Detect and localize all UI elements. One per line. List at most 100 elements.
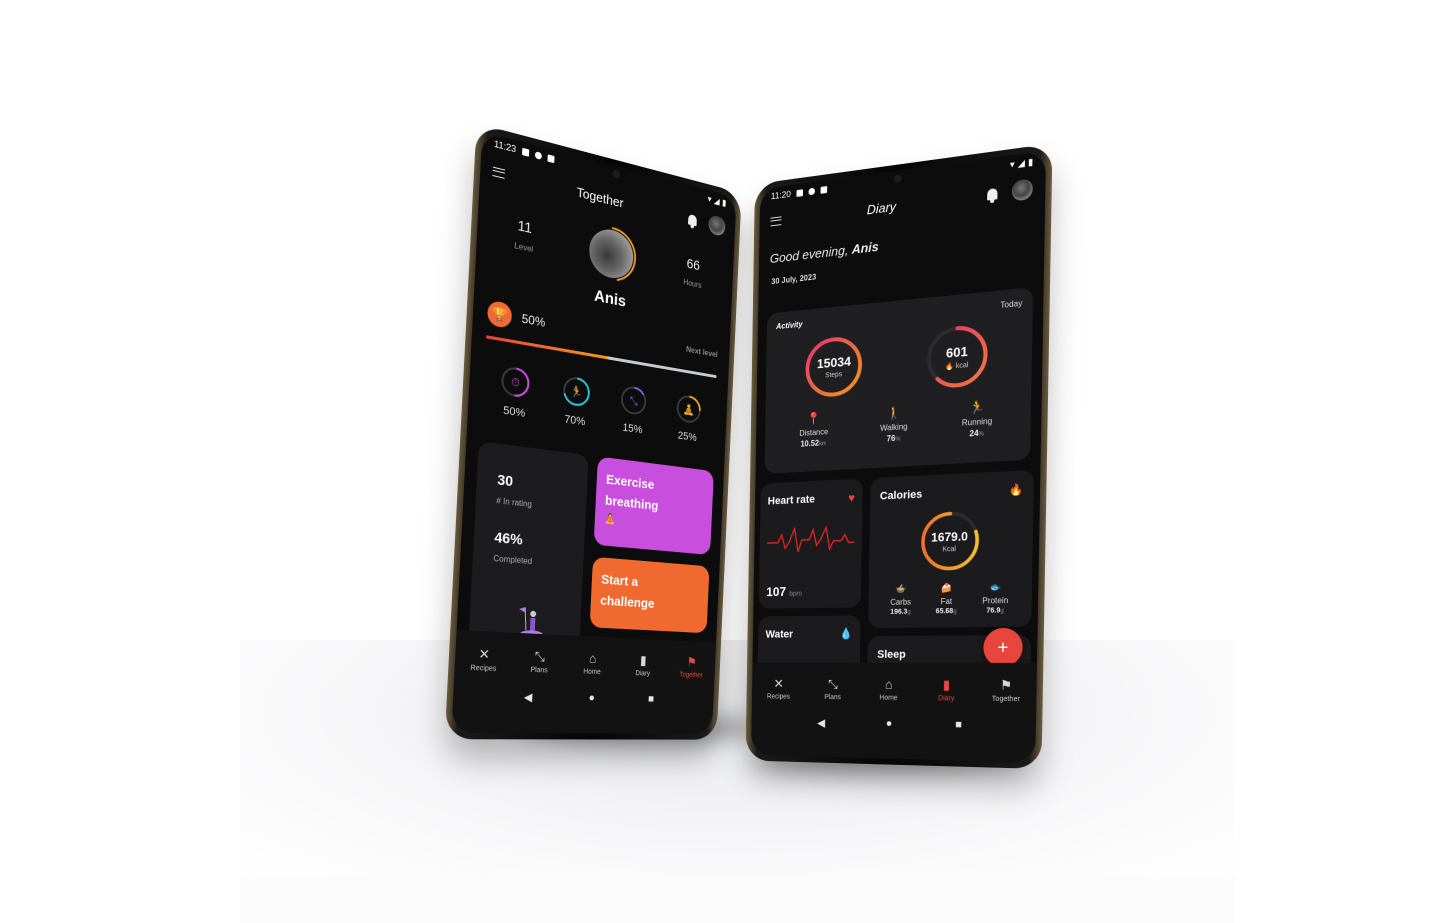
nav-label: Recipes: [470, 664, 497, 673]
calories-ring: 1679.0 Kcal: [918, 508, 981, 573]
meditation-icon: 🧘: [682, 402, 694, 416]
dumbbell-icon: ⤡: [630, 395, 639, 408]
water-title: Water: [765, 628, 794, 641]
notification-icon: [534, 150, 542, 160]
avatar[interactable]: [1011, 178, 1033, 202]
battery-icon: ▮: [1027, 155, 1034, 167]
back-button[interactable]: ◀: [817, 717, 825, 730]
nav-item-diary[interactable]: ▮ Diary: [621, 652, 665, 678]
mockup-stage: 11:23 ▾ ◢ ▮ Together 11 Level 66 Hours A…: [0, 0, 1440, 923]
exercise-breathing-card[interactable]: Exercise breathing 🧘: [593, 456, 714, 555]
flag-icon: ⚑: [686, 654, 697, 670]
notification-icon: [796, 188, 803, 197]
next-level-link[interactable]: Next level: [686, 344, 718, 358]
goal-ring[interactable]: ⤡ 15%: [619, 384, 648, 437]
location-pin-icon: 📍: [806, 411, 821, 426]
macro-label: Carbs: [890, 597, 912, 607]
hours-value: 66: [686, 254, 701, 273]
rating-card[interactable]: 30 # In rating 46% Completed: [468, 441, 589, 647]
nav-item-together[interactable]: ⚑ Together: [670, 654, 712, 680]
completed-value: 46%: [494, 528, 524, 548]
phone-diary: 11:20 ▾ ◢ ▮ Diary Good evening, Anis 30 …: [745, 143, 1053, 770]
home-button[interactable]: ●: [588, 692, 595, 705]
notification-icon: [521, 147, 530, 157]
recents-button[interactable]: ■: [955, 719, 962, 732]
signal-icon: ◢: [1017, 156, 1026, 169]
nav-item-home[interactable]: ⌂ Home: [865, 677, 912, 702]
nav-item-plans[interactable]: ⤡ Plans: [810, 676, 856, 701]
bar-chart-icon: ▮: [639, 652, 647, 668]
nav-items: ✕ Recipes ⤡ Plans ⌂ Home ▮ Diary ⚑ Together: [752, 663, 1037, 704]
fire-icon: 🔥: [1008, 483, 1024, 497]
macro-unit: g: [907, 609, 911, 616]
activity-title: Activity: [775, 319, 803, 332]
heart-rate-value: 107: [766, 584, 787, 600]
rank-value: 30: [497, 470, 514, 490]
avatar[interactable]: [708, 214, 726, 238]
nav-label: Diary: [938, 695, 955, 703]
macro-value: 196.3: [890, 608, 908, 616]
sim-icon: [547, 153, 555, 163]
bell-icon[interactable]: [688, 213, 698, 226]
floor-lower-band: [240, 876, 1235, 923]
nav-label: Plans: [530, 666, 548, 675]
nav-item-together[interactable]: ⚑ Together: [981, 677, 1031, 703]
nav-item-diary[interactable]: ▮ Diary: [922, 677, 970, 703]
macro-value: 76.9: [986, 607, 1001, 615]
water-drop-icon: 💧: [839, 628, 853, 641]
calories-card[interactable]: Calories 🔥 1679.0 Kcal 🍲 Carbs 196.3g 🍰 …: [868, 469, 1035, 629]
fork-spoon-icon: ✕: [773, 676, 784, 691]
bar-chart-icon: ▮: [942, 677, 951, 693]
nav-label: Plans: [824, 694, 841, 702]
together-screen: 11:23 ▾ ◢ ▮ Together 11 Level 66 Hours A…: [451, 131, 737, 734]
heart-rate-card[interactable]: Heart rate ♥ 107 bpm: [758, 478, 863, 609]
dumbbell-icon: ⤡: [827, 676, 838, 692]
profile-avatar[interactable]: [584, 220, 638, 287]
nav-item-recipes[interactable]: ✕ Recipes: [458, 645, 508, 673]
hamburger-menu-icon[interactable]: [770, 215, 782, 226]
activity-stat: 🚶 Walking 76%: [880, 405, 908, 444]
macros: 🍲 Carbs 196.3g 🍰 Fat 65.68g 🐟 Protein 76.9g: [878, 581, 1022, 616]
nav-label: Home: [879, 694, 898, 702]
heart-pulse-icon: ♥: [848, 490, 856, 505]
activity-card[interactable]: Activity Today 15034 Steps 601 🔥 kcal 📍 …: [764, 287, 1034, 474]
nav-item-plans[interactable]: ⤡ Plans: [515, 647, 563, 674]
steps-value: 15034: [816, 353, 852, 372]
activity-stat-value: 24: [969, 428, 979, 439]
hamburger-menu-icon[interactable]: [492, 166, 506, 179]
steps-label: Steps: [825, 371, 843, 380]
bell-icon[interactable]: [987, 187, 998, 201]
diary-screen: 11:20 ▾ ◢ ▮ Diary Good evening, Anis 30 …: [750, 150, 1047, 763]
kcal-ring: 601 🔥 kcal: [924, 321, 990, 391]
goal-ring[interactable]: 🏃 70%: [560, 374, 591, 429]
goal-ring[interactable]: 🧘 25%: [674, 393, 702, 445]
activity-period[interactable]: Today: [1000, 299, 1022, 310]
nav-label: Recipes: [766, 693, 791, 701]
macro-item: 🐟 Protein 76.9g: [982, 581, 1009, 615]
goal-ring[interactable]: ⏱ 50%: [499, 364, 532, 420]
nav-item-recipes[interactable]: ✕ Recipes: [757, 676, 801, 701]
stopwatch-icon: ⏱: [511, 376, 520, 390]
floor-backdrop: [240, 640, 1235, 880]
activity-stat-label: Distance: [799, 427, 829, 438]
wifi-icon: ▾: [707, 193, 712, 204]
start-challenge-card[interactable]: Start a challenge: [589, 556, 710, 634]
heart-rate-title: Heart rate: [767, 493, 815, 508]
level-stat: 11 Level: [514, 216, 535, 254]
fish-icon: 🐟: [989, 581, 1002, 593]
nav-item-home[interactable]: ⌂ Home: [569, 650, 615, 677]
calories-value: 1679.0: [931, 528, 969, 545]
greeting-name: Anis: [851, 238, 879, 257]
level-label: Level: [514, 240, 534, 254]
avatar-progress-ring: [584, 220, 638, 287]
goal-ring-graphic: 🏃: [561, 374, 591, 409]
activity-stat: 🏃 Running 24%: [962, 399, 993, 439]
recents-button[interactable]: ■: [648, 693, 654, 706]
home-icon: ⌂: [884, 676, 893, 692]
signal-icon: ◢: [713, 194, 720, 206]
back-button[interactable]: ◀: [524, 690, 533, 704]
activity-stat-value: 76: [886, 433, 896, 444]
home-button[interactable]: ●: [886, 718, 893, 731]
goal-ring-graphic: ⤡: [620, 384, 648, 418]
activity-stats: 📍 Distance 10.52km 🚶 Walking 76% 🏃 Running 24%: [774, 397, 1021, 450]
